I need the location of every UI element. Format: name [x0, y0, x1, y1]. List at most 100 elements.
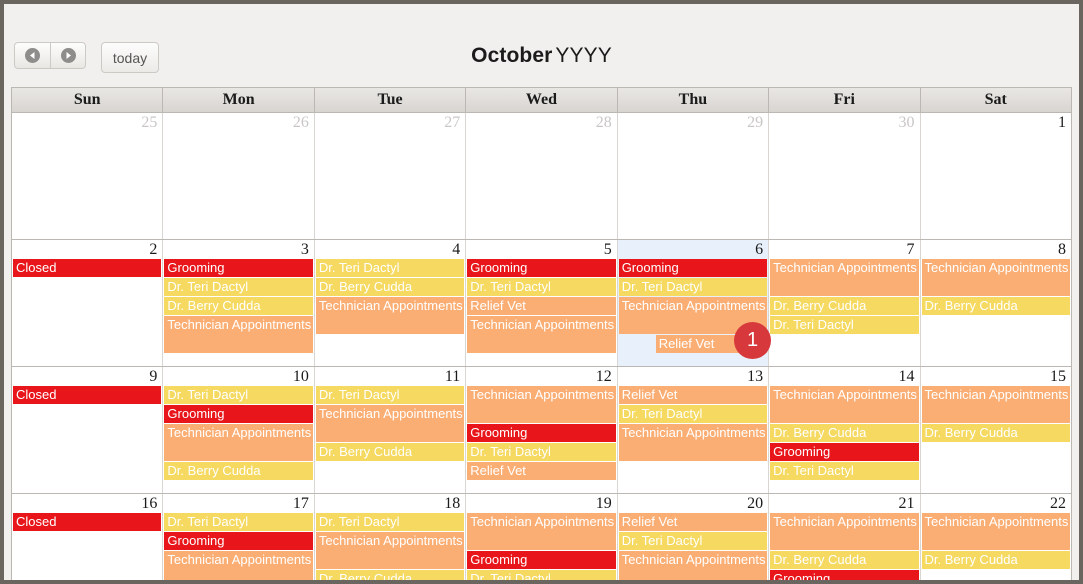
calendar-event[interactable]: Relief Vet [618, 513, 768, 531]
day-cell[interactable]: 14 Technician Appointments Dr. Berry Cudda… [769, 367, 921, 493]
day-cell[interactable]: 16 Closed [12, 494, 164, 580]
calendar-event[interactable]: Dr. Teri Dactyl [467, 278, 616, 296]
calendar-event[interactable]: Grooming [618, 259, 768, 277]
calendar-event[interactable]: Dr. Berry Cudda [164, 297, 313, 315]
day-cell[interactable]: 29 [617, 113, 770, 239]
day-cell[interactable]: 28 [466, 113, 618, 239]
calendar-event[interactable]: Technician Appointments [921, 259, 1070, 296]
week-row: 2 Closed 3 Grooming Dr. Teri Dactyl Dr. Berry… [12, 240, 1071, 367]
calendar-event[interactable]: Closed [13, 259, 162, 277]
calendar-event[interactable]: Grooming [164, 532, 313, 550]
day-number: 15 [1049, 368, 1066, 385]
calendar-event[interactable]: Grooming [164, 259, 313, 277]
calendar-event[interactable]: Dr. Berry Cudda [921, 297, 1070, 315]
calendar-event[interactable]: Technician Appointments [164, 551, 313, 580]
calendar-event[interactable]: Technician Appointments [618, 551, 768, 580]
calendar-event[interactable]: Dr. Teri Dactyl [315, 259, 465, 277]
day-cell[interactable]: 3 Grooming Dr. Teri Dactyl Dr. Berry Cudda T… [163, 240, 315, 366]
calendar-event[interactable]: Technician Appointments [315, 532, 465, 569]
calendar-event[interactable]: Relief Vet [467, 297, 616, 315]
calendar-event[interactable]: Grooming [770, 570, 919, 580]
day-cell[interactable]: 27 [314, 113, 467, 239]
calendar-event[interactable]: Relief Vet [618, 386, 768, 404]
calendar-event[interactable]: Dr. Teri Dactyl [618, 405, 768, 423]
calendar-event[interactable]: Dr. Berry Cudda [921, 424, 1070, 442]
calendar-event[interactable]: Dr. Teri Dactyl [164, 513, 313, 531]
calendar-event[interactable]: Technician Appointments [770, 259, 919, 296]
calendar-event[interactable]: Technician Appointments [770, 386, 919, 423]
calendar-event[interactable]: Grooming [770, 443, 919, 461]
day-cell[interactable]: 12 Technician Appointments Grooming Dr. Ter… [466, 367, 618, 493]
day-cell[interactable]: 20 Relief Vet Dr. Teri Dactyl Technician Ap… [617, 494, 770, 580]
event-count-badge[interactable]: 1 [734, 322, 771, 359]
day-cell[interactable]: 17 Dr. Teri Dactyl Grooming Technician Appo… [163, 494, 315, 580]
calendar-event[interactable]: Dr. Teri Dactyl [164, 278, 313, 296]
day-cell[interactable]: 10 Dr. Teri Dactyl Grooming Technician Appo… [163, 367, 315, 493]
calendar-event[interactable]: Dr. Teri Dactyl [315, 386, 465, 404]
day-cell[interactable]: 19 Technician Appointments Grooming Dr. Ter… [466, 494, 618, 580]
day-cell[interactable]: 15 Technician Appointments Dr. Berry Cudda [920, 367, 1071, 493]
calendar-event[interactable]: Grooming [467, 424, 616, 442]
day-events: Technician Appointments Dr. Berry Cudda [921, 513, 1071, 569]
calendar-event[interactable]: Dr. Berry Cudda [164, 462, 313, 480]
day-cell[interactable]: 25 [12, 113, 164, 239]
calendar-event[interactable]: Grooming [467, 551, 616, 569]
day-cell[interactable]: 21 Technician Appointments Dr. Berry Cudda… [769, 494, 921, 580]
calendar-event[interactable]: Closed [13, 513, 162, 531]
day-cell[interactable]: 5 Grooming Dr. Teri Dactyl Relief Vet Techni… [466, 240, 618, 366]
calendar-event[interactable]: Technician Appointments [164, 316, 313, 353]
calendar-event[interactable]: Grooming [164, 405, 313, 423]
day-cell[interactable]: 8 Technician Appointments Dr. Berry Cudda [920, 240, 1071, 366]
calendar-event[interactable]: Technician Appointments [618, 424, 768, 461]
day-cell[interactable]: 7 Technician Appointments Dr. Berry Cudda D… [769, 240, 921, 366]
calendar-event[interactable]: Dr. Teri Dactyl [164, 386, 313, 404]
calendar-event[interactable]: Technician Appointments [921, 513, 1070, 550]
day-cell[interactable]: 18 Dr. Teri Dactyl Technician Appointments… [314, 494, 467, 580]
calendar-event[interactable]: Technician Appointments [921, 386, 1070, 423]
day-cell[interactable]: 22 Technician Appointments Dr. Berry Cudda [920, 494, 1071, 580]
day-number: 4 [452, 241, 461, 258]
weekday-header-wed: Wed [466, 88, 618, 112]
calendar-event[interactable]: Technician Appointments [467, 386, 616, 423]
calendar-event[interactable]: Technician Appointments [467, 316, 616, 353]
calendar-event[interactable]: Dr. Berry Cudda [921, 551, 1070, 569]
day-cell[interactable]: 9 Closed [12, 367, 164, 493]
calendar-event[interactable]: Dr. Berry Cudda [315, 570, 465, 580]
day-events: Dr. Teri Dactyl Technician Appointments Dr… [315, 513, 465, 580]
day-cell[interactable]: 26 [163, 113, 315, 239]
day-number: 20 [747, 495, 764, 512]
calendar-event[interactable]: Dr. Berry Cudda [770, 551, 919, 569]
day-cell[interactable]: 13 Relief Vet Dr. Teri Dactyl Technician Ap… [617, 367, 770, 493]
calendar-event[interactable]: Dr. Teri Dactyl [618, 532, 768, 550]
calendar-event[interactable]: Dr. Berry Cudda [315, 443, 465, 461]
calendar-event[interactable]: Dr. Berry Cudda [315, 278, 465, 296]
day-events: Technician Appointments Grooming Dr. Teri … [466, 386, 616, 480]
day-cell[interactable]: 11 Dr. Teri Dactyl Technician Appointments… [314, 367, 467, 493]
calendar-event[interactable]: Technician Appointments [467, 513, 616, 550]
calendar-event[interactable]: Dr. Berry Cudda [770, 297, 919, 315]
day-cell[interactable]: 2 Closed [12, 240, 164, 366]
calendar-event[interactable]: Dr. Teri Dactyl [618, 278, 768, 296]
calendar-event[interactable]: Technician Appointments [315, 405, 465, 442]
day-number: 6 [755, 241, 764, 258]
calendar-event[interactable]: Dr. Teri Dactyl [467, 570, 616, 580]
calendar-event[interactable]: Dr. Teri Dactyl [770, 316, 919, 334]
calendar-event[interactable]: Dr. Teri Dactyl [770, 462, 919, 480]
calendar-event[interactable]: Dr. Teri Dactyl [467, 443, 616, 461]
day-number: 2 [149, 241, 158, 258]
day-cell[interactable]: 4 Dr. Teri Dactyl Dr. Berry Cudda Technicia… [314, 240, 467, 366]
calendar-event[interactable]: Closed [13, 386, 162, 404]
day-number: 25 [141, 114, 158, 131]
day-number: 28 [595, 114, 612, 131]
calendar-event[interactable]: Technician Appointments [315, 297, 465, 334]
day-cell[interactable]: 1 [920, 113, 1071, 239]
calendar-event[interactable]: Technician Appointments [164, 424, 313, 461]
calendar-event[interactable]: Dr. Teri Dactyl [315, 513, 465, 531]
calendar-event[interactable]: Dr. Berry Cudda [770, 424, 919, 442]
calendar-toolbar: today October YYYY [4, 4, 1079, 80]
weekday-header-mon: Mon [163, 88, 315, 112]
calendar-event[interactable]: Technician Appointments [770, 513, 919, 550]
day-cell[interactable]: 30 [769, 113, 921, 239]
calendar-event[interactable]: Grooming [467, 259, 616, 277]
calendar-event[interactable]: Relief Vet [467, 462, 616, 480]
